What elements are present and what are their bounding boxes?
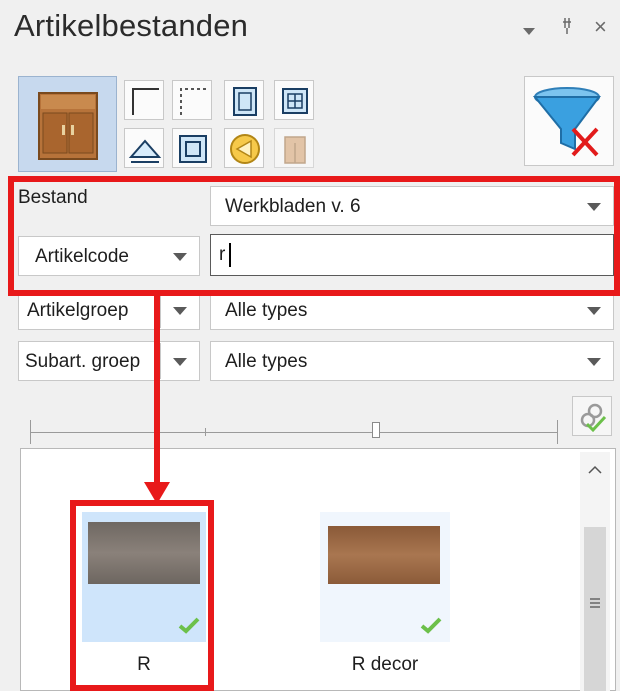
scroll-up-button[interactable] [584,460,606,480]
corner-icon [132,88,159,115]
grip-icon [590,598,600,608]
combo-divider [160,292,161,328]
texture-thumbnail [328,526,440,584]
grid-button[interactable] [274,80,314,120]
check-icon [420,617,442,634]
triangle-icon [128,139,162,163]
combo-divider [160,343,161,379]
grid-icon [282,88,308,114]
subgroup-select[interactable]: Alle types [210,341,614,381]
close-icon[interactable]: × [594,14,607,40]
arrow-circle-icon [230,134,260,164]
highlight-box [8,176,620,296]
subgroup-type-value: Subart. groep [25,351,141,372]
subgroup-value: Alle types [225,351,308,372]
chevron-down-icon [587,358,601,366]
square-button[interactable] [172,128,212,168]
link-button[interactable] [572,396,612,436]
cabinet-category-button[interactable] [18,76,117,172]
clear-filter-button[interactable] [524,76,614,166]
cabinet-small-button[interactable] [274,128,314,168]
cabinet-icon [38,92,98,160]
arrow-circle-button[interactable] [224,128,264,168]
pin-icon[interactable] [560,16,574,41]
annotation-arrow-line [154,296,160,492]
chevron-down-icon [587,307,601,315]
door-icon [233,87,257,116]
zoom-slider-thumb[interactable] [372,422,380,438]
list-item-label: R decor [351,654,419,675]
corner-button[interactable] [124,80,164,120]
cabinet-small-icon [284,136,306,164]
chevron-up-icon [588,465,602,474]
panel-title: Artikelbestanden [14,8,249,43]
chevron-down-icon [173,358,187,366]
group-value: Alle types [225,300,308,321]
group-type-value: Artikelgroep [27,300,129,321]
highlight-box [70,500,214,691]
zoom-slider-track[interactable] [30,432,558,433]
dotted-corner-icon [180,88,207,115]
square-icon [179,135,207,163]
subgroup-type-select[interactable]: Subart. groep [18,341,200,381]
dotted-corner-button[interactable] [172,80,212,120]
slider-tick [30,420,31,444]
link-chain-icon [580,403,607,433]
group-type-select[interactable]: Artikelgroep [18,290,200,330]
slider-tick [557,420,558,444]
slider-tick [205,428,206,436]
filter-clear-icon [532,87,601,157]
door-button[interactable] [224,80,264,120]
triangle-button[interactable] [124,128,164,168]
group-select[interactable]: Alle types [210,290,614,330]
list-item[interactable] [320,512,450,642]
chevron-down-icon [173,307,187,315]
scrollbar-thumb[interactable] [584,527,606,691]
panel-menu-icon[interactable] [522,20,536,41]
